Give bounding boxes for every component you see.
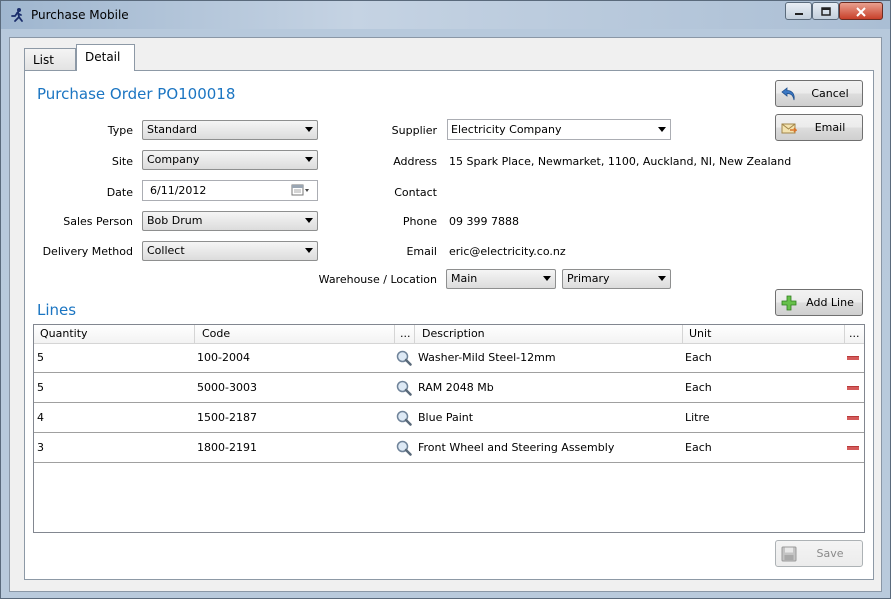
type-select[interactable]: Standard	[142, 120, 318, 140]
envelope-icon	[781, 120, 798, 136]
email-button[interactable]: Email	[775, 114, 863, 141]
column-header-description[interactable]: Description	[415, 325, 683, 343]
warehouse-select[interactable]: Main	[446, 269, 556, 289]
description-cell: Blue Paint	[418, 411, 474, 424]
undo-arrow-icon	[781, 86, 797, 102]
magnifier-icon[interactable]	[396, 380, 412, 396]
column-header-quantity[interactable]: Quantity	[34, 325, 195, 343]
location-value: Primary	[567, 272, 610, 285]
chevron-down-icon	[305, 157, 313, 162]
tab-detail[interactable]: Detail	[76, 44, 135, 71]
minimize-button[interactable]	[785, 2, 812, 20]
description-cell: Front Wheel and Steering Assembly	[418, 441, 615, 454]
email-label: Email	[406, 245, 437, 258]
warehouse-value: Main	[451, 272, 478, 285]
plus-icon	[781, 295, 797, 311]
unit-cell: Each	[685, 381, 712, 394]
chevron-down-icon	[305, 127, 313, 132]
column-header-lookup[interactable]: ...	[395, 325, 415, 343]
column-header-unit[interactable]: Unit	[683, 325, 845, 343]
description-cell: Washer-Mild Steel-12mm	[418, 351, 556, 364]
remove-line-icon[interactable]	[847, 416, 859, 420]
close-button[interactable]	[839, 2, 883, 20]
lines-heading: Lines	[37, 301, 77, 319]
phone-label: Phone	[402, 215, 437, 228]
sales-person-value: Bob Drum	[147, 214, 203, 227]
running-figure-icon	[9, 7, 25, 23]
site-value: Company	[147, 153, 200, 166]
quantity-cell: 4	[37, 411, 44, 424]
quantity-cell: 5	[37, 381, 44, 394]
quantity-cell: 3	[37, 441, 44, 454]
contact-label: Contact	[394, 186, 437, 199]
supplier-value: Electricity Company	[451, 123, 562, 136]
tab-list[interactable]: List	[24, 48, 76, 70]
client-area: List Detail Purchase Order PO100018 Type…	[9, 37, 882, 592]
type-value: Standard	[147, 123, 198, 136]
save-label: Save	[816, 547, 844, 560]
add-line-label: Add Line	[806, 296, 854, 309]
grid-header: Quantity Code ... Description Unit ...	[34, 325, 864, 344]
type-label: Type	[107, 124, 133, 137]
location-select[interactable]: Primary	[562, 269, 671, 289]
remove-line-icon[interactable]	[847, 386, 859, 390]
lines-grid[interactable]: Quantity Code ... Description Unit ... 5…	[33, 324, 865, 533]
site-label: Site	[111, 155, 133, 168]
date-picker[interactable]: 6/11/2012	[142, 180, 318, 201]
magnifier-icon[interactable]	[396, 410, 412, 426]
column-header-actions[interactable]: ...	[845, 325, 864, 343]
maximize-button[interactable]	[812, 2, 839, 20]
code-cell: 100-2004	[197, 351, 250, 364]
table-row[interactable]: 5 100-2004 Washer-Mild Steel-12mm Each	[34, 343, 864, 373]
email-value: eric@electricity.co.nz	[449, 245, 566, 258]
table-row[interactable]: 5 5000-3003 RAM 2048 Mb Each	[34, 373, 864, 403]
add-line-button[interactable]: Add Line	[775, 289, 863, 316]
email-label: Email	[814, 121, 846, 134]
unit-cell: Litre	[685, 411, 710, 424]
code-cell: 1800-2191	[197, 441, 257, 454]
address-value: 15 Spark Place, Newmarket, 1100, Aucklan…	[449, 155, 792, 168]
code-cell: 1500-2187	[197, 411, 257, 424]
magnifier-icon[interactable]	[396, 440, 412, 456]
remove-line-icon[interactable]	[847, 446, 859, 450]
address-label: Address	[393, 155, 437, 168]
cancel-button[interactable]: Cancel	[775, 80, 863, 107]
sales-person-select[interactable]: Bob Drum	[142, 211, 318, 231]
warehouse-location-label: Warehouse / Location	[318, 273, 437, 286]
sales-person-label: Sales Person	[63, 215, 133, 228]
description-cell: RAM 2048 Mb	[418, 381, 494, 394]
table-row[interactable]: 3 1800-2191 Front Wheel and Steering Ass…	[34, 433, 864, 463]
table-row[interactable]: 4 1500-2187 Blue Paint Litre	[34, 403, 864, 433]
magnifier-icon[interactable]	[396, 350, 412, 366]
supplier-label: Supplier	[391, 124, 437, 137]
save-button[interactable]: Save	[775, 540, 863, 567]
unit-cell: Each	[685, 441, 712, 454]
delivery-method-value: Collect	[147, 244, 185, 257]
floppy-disk-icon	[781, 546, 797, 562]
delivery-method-select[interactable]: Collect	[142, 241, 318, 261]
code-cell: 5000-3003	[197, 381, 257, 394]
chevron-down-icon	[658, 276, 666, 281]
window-title: Purchase Mobile	[31, 8, 129, 22]
quantity-cell: 5	[37, 351, 44, 364]
supplier-select[interactable]: Electricity Company	[447, 119, 671, 140]
unit-cell: Each	[685, 351, 712, 364]
cancel-label: Cancel	[811, 87, 849, 100]
app-window: Purchase Mobile List Detail Purchase Ord…	[0, 0, 891, 599]
calendar-icon[interactable]	[291, 184, 313, 203]
chevron-down-icon	[305, 218, 313, 223]
page-title: Purchase Order PO100018	[37, 85, 236, 103]
column-header-code[interactable]: Code	[195, 325, 395, 343]
title-bar[interactable]: Purchase Mobile	[1, 1, 890, 29]
date-value: 6/11/2012	[150, 184, 207, 197]
site-select[interactable]: Company	[142, 150, 318, 170]
chevron-down-icon	[658, 127, 666, 132]
chevron-down-icon	[543, 276, 551, 281]
remove-line-icon[interactable]	[847, 356, 859, 360]
chevron-down-icon	[305, 248, 313, 253]
phone-value: 09 399 7888	[449, 215, 519, 228]
delivery-method-label: Delivery Method	[42, 245, 133, 258]
date-label: Date	[106, 186, 133, 199]
